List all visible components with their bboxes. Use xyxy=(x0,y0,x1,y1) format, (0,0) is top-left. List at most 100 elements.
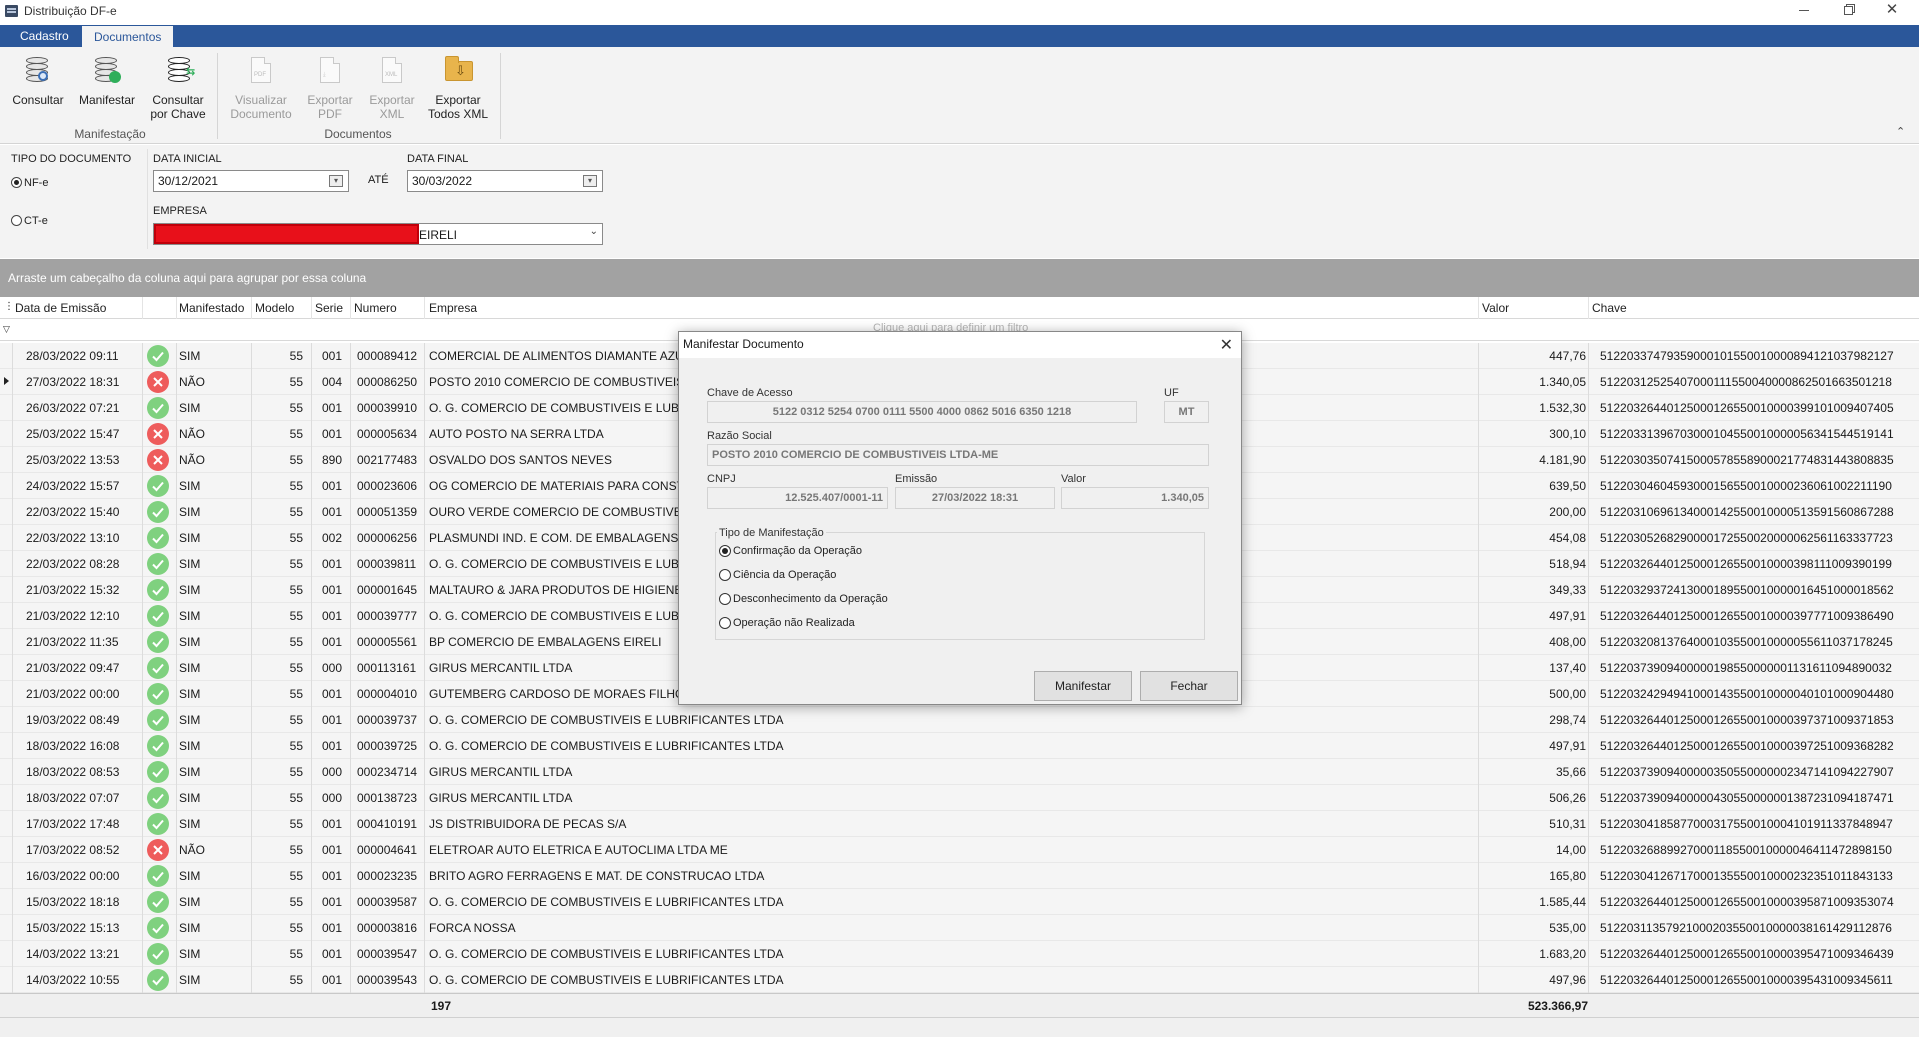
ribbon-tab-bar: Cadastro Documentos xyxy=(0,25,1919,47)
header-data-emissao[interactable]: Data de Emissão xyxy=(15,301,106,315)
chevron-down-icon[interactable]: ⌄ xyxy=(590,226,598,237)
chave-acesso-label: Chave de Acesso xyxy=(707,387,793,399)
minimize-button[interactable] xyxy=(1782,0,1826,22)
cell-manifestado: SIM xyxy=(179,895,201,909)
close-window-button[interactable]: ✕ xyxy=(1870,0,1914,22)
cell-modelo: 55 xyxy=(289,713,303,727)
table-row[interactable]: 16/03/2022 00:00 SIM 55 001 000023235 BRITO A… xyxy=(0,863,1919,889)
tab-cadastro[interactable]: Cadastro xyxy=(8,25,81,47)
table-row[interactable]: 18/03/2022 16:08 SIM 55 001 000039725 O. G. C… xyxy=(0,733,1919,759)
cell-valor: 300,10 xyxy=(1549,427,1586,441)
collapse-ribbon-icon[interactable]: ⌃ xyxy=(1896,125,1905,138)
cell-manifestado: SIM xyxy=(179,349,201,363)
table-row[interactable]: 15/03/2022 15:13 SIM 55 001 000003816 FORCA N… xyxy=(0,915,1919,941)
table-row[interactable]: 14/03/2022 10:55 SIM 55 001 000039543 O. G. C… xyxy=(0,967,1919,993)
check-circle-icon xyxy=(147,475,169,497)
cell-data-emissao: 28/03/2022 09:11 xyxy=(26,349,119,363)
data-inicial-input[interactable]: 30/12/2021 ▾ xyxy=(153,170,349,192)
header-separator xyxy=(424,297,425,319)
radio-nfe-label: NF-e xyxy=(24,177,49,189)
dialog-close-icon[interactable]: ✕ xyxy=(1220,335,1233,355)
cell-numero: 000234714 xyxy=(357,765,418,779)
calendar-icon[interactable]: ▾ xyxy=(329,175,343,187)
cell-manifestado: SIM xyxy=(179,791,201,805)
cell-chave: 5122030460459300015655001000023606100221… xyxy=(1600,479,1892,493)
emissao-field: 27/03/2022 18:31 xyxy=(895,487,1055,509)
chave-acesso-field: 5122 0312 5254 0700 0111 5500 4000 0862 … xyxy=(707,401,1137,423)
cell-serie: 001 xyxy=(322,609,343,623)
minimize-icon xyxy=(1799,10,1809,12)
cell-numero: 000039737 xyxy=(357,713,418,727)
group-by-panel[interactable]: Arraste um cabeçalho da coluna aqui para… xyxy=(0,259,1919,297)
cell-empresa: BRITO AGRO FERRAGENS E MAT. DE CONSTRUCA… xyxy=(429,869,765,883)
manifestar-ribbon-button[interactable]: Manifestar xyxy=(76,55,138,107)
grid-footer: 197 523.366,97 xyxy=(0,993,1919,1017)
cell-chave: 5122037390940000035055000000234714109422… xyxy=(1600,765,1894,779)
manifestar-button[interactable]: Manifestar xyxy=(1034,671,1132,701)
radio-empty-icon xyxy=(719,593,731,605)
table-row[interactable]: 18/03/2022 07:07 SIM 55 000 000138723 GIRUS M… xyxy=(0,785,1919,811)
table-row[interactable]: 19/03/2022 08:49 SIM 55 001 000039737 O. G. C… xyxy=(0,707,1919,733)
razao-social-field: POSTO 2010 COMERCIO DE COMBUSTIVEIS LTDA… xyxy=(707,444,1209,466)
option-ciencia[interactable]: Ciência da Operação xyxy=(719,569,836,581)
option-nao-realizada[interactable]: Operação não Realizada xyxy=(719,617,855,629)
data-final-input[interactable]: 30/03/2022 ▾ xyxy=(407,170,603,192)
option-desconhecimento[interactable]: Desconhecimento da Operação xyxy=(719,593,888,605)
header-chave[interactable]: Chave xyxy=(1592,301,1627,315)
cell-chave: 5122032644012500012655001000039725100936… xyxy=(1600,739,1894,753)
cell-data-emissao: 25/03/2022 15:47 xyxy=(26,427,120,441)
option-confirmacao[interactable]: Confirmação da Operação xyxy=(719,545,862,557)
cell-numero: 000023606 xyxy=(357,479,418,493)
empresa-select[interactable]: EIRELI ⌄ xyxy=(153,223,603,245)
exportar-pdf-button[interactable]: ⤓ Exportar PDF xyxy=(302,55,358,121)
app-icon xyxy=(5,5,18,17)
cell-modelo: 55 xyxy=(289,817,303,831)
table-row[interactable]: 14/03/2022 13:21 SIM 55 001 000039547 O. G. C… xyxy=(0,941,1919,967)
cell-data-emissao: 21/03/2022 12:10 xyxy=(26,609,120,623)
cell-manifestado: SIM xyxy=(179,401,201,415)
cell-manifestado: SIM xyxy=(179,947,201,961)
header-modelo[interactable]: Modelo xyxy=(255,301,294,315)
cell-data-emissao: 18/03/2022 16:08 xyxy=(26,739,120,753)
exportar-xml-button[interactable]: XML Exportar XML xyxy=(364,55,420,121)
header-numero[interactable]: Numero xyxy=(354,301,397,315)
cell-modelo: 55 xyxy=(289,635,303,649)
dialog-title: Manifestar Documento xyxy=(683,337,804,351)
table-row[interactable]: 17/03/2022 08:52 NÃO 55 001 000004641 ELETROA… xyxy=(0,837,1919,863)
cell-manifestado: SIM xyxy=(179,713,201,727)
xml-file-icon: XML xyxy=(376,55,408,87)
tab-documentos[interactable]: Documentos xyxy=(82,25,174,47)
table-row[interactable]: 15/03/2022 18:18 SIM 55 001 000039587 O. G. C… xyxy=(0,889,1919,915)
check-circle-icon xyxy=(147,787,169,809)
header-separator xyxy=(1588,297,1589,319)
current-row-icon xyxy=(4,377,9,385)
radio-empty-icon xyxy=(11,215,22,226)
cell-numero: 002177483 xyxy=(357,453,418,467)
header-serie[interactable]: Serie xyxy=(315,301,343,315)
exportar-pdf-label-1: Exportar xyxy=(307,93,353,107)
filter-icon[interactable]: ▽ xyxy=(3,324,10,335)
table-row[interactable]: 18/03/2022 08:53 SIM 55 000 000234714 GIRUS M… xyxy=(0,759,1919,785)
check-circle-icon xyxy=(147,709,169,731)
cell-chave: 5122032081376400010355001000005561103717… xyxy=(1600,635,1893,649)
calendar-icon[interactable]: ▾ xyxy=(583,175,597,187)
table-row[interactable]: 17/03/2022 17:48 SIM 55 001 000410191 JS DIST… xyxy=(0,811,1919,837)
visualizar-documento-button[interactable]: PDF Visualizar Documento xyxy=(226,55,296,121)
consultar-button[interactable]: Consultar xyxy=(10,55,66,107)
cell-empresa: GIRUS MERCANTIL LTDA xyxy=(429,765,573,779)
cell-numero: 000039811 xyxy=(357,557,417,571)
header-empresa[interactable]: Empresa xyxy=(429,301,477,315)
fechar-button[interactable]: Fechar xyxy=(1140,671,1238,701)
consultar-por-chave-button[interactable]: ⇆ Consultar por Chave xyxy=(148,55,208,121)
cell-numero: 000039725 xyxy=(357,739,418,753)
cell-data-emissao: 22/03/2022 08:28 xyxy=(26,557,120,571)
column-chooser-icon[interactable]: ⋮ xyxy=(4,301,14,312)
radio-nfe[interactable]: NF-e xyxy=(11,177,48,189)
cnpj-field: 12.525.407/0001-11 xyxy=(707,487,888,509)
radio-cte[interactable]: CT-e xyxy=(11,215,48,227)
restore-button[interactable] xyxy=(1826,0,1870,22)
header-valor[interactable]: Valor xyxy=(1482,301,1509,315)
header-manifestado[interactable]: Manifestado xyxy=(179,301,244,315)
cell-modelo: 55 xyxy=(289,609,303,623)
exportar-todos-xml-button[interactable]: ⇩ Exportar Todos XML xyxy=(426,55,490,121)
